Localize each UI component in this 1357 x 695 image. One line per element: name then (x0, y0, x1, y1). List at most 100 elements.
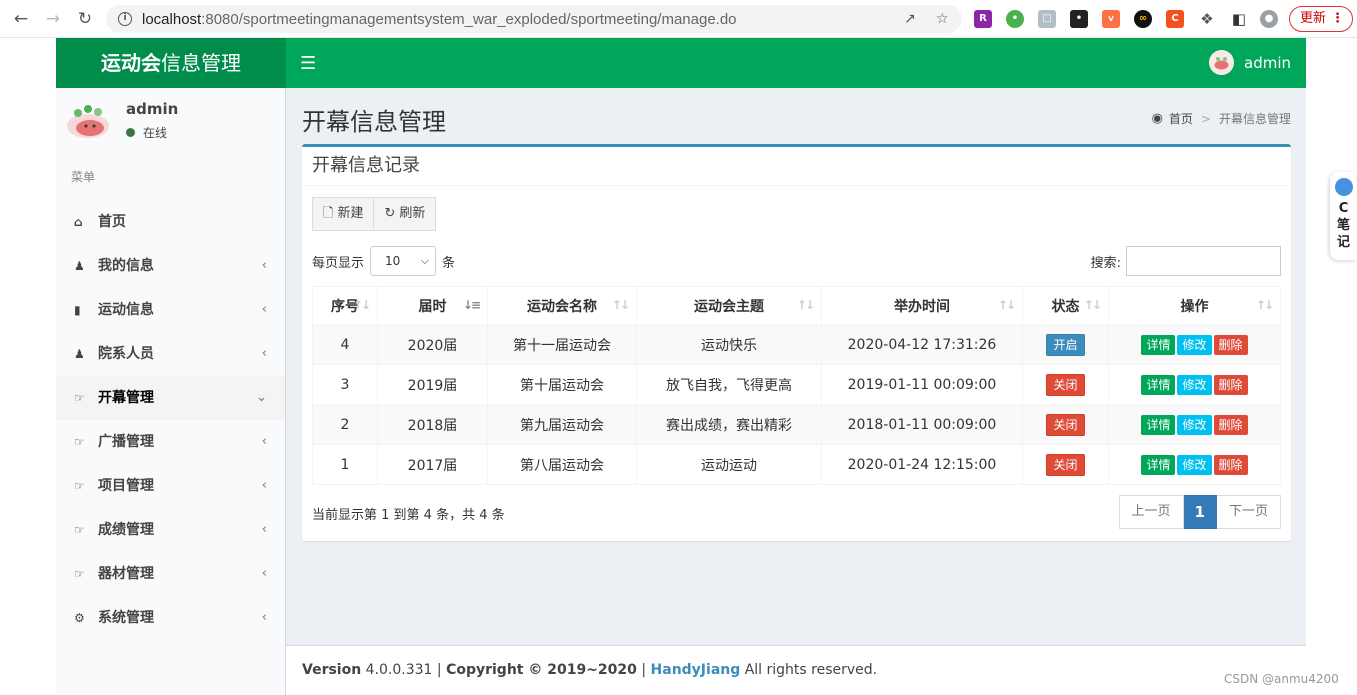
status-badge[interactable]: 开启 (1046, 333, 1085, 356)
cell-session: 2018届 (377, 404, 488, 445)
cell-status: 关闭 (1022, 444, 1109, 485)
table-row: 4 2020届 第十一届运动会 运动快乐 2020-04-12 17:31:26… (312, 324, 1281, 365)
user-icon: ♟ (74, 259, 85, 273)
breadcrumb-current: 开幕信息管理 (1218, 112, 1291, 126)
status-badge[interactable]: 关闭 (1046, 373, 1085, 396)
user-panel: admin 在线 (56, 88, 285, 158)
extension-vip-icon[interactable]: V (1102, 10, 1120, 28)
edit-button[interactable]: 修改 (1177, 374, 1212, 395)
page-right-margin (1306, 38, 1357, 695)
extension-tampermonkey-icon[interactable]: • (1070, 10, 1088, 28)
cell-time: 2019-01-11 00:09:00 (821, 364, 1023, 405)
chevron-left-icon: ‹ (261, 522, 267, 537)
watermark: CSDN @anmu4200 (1224, 672, 1339, 686)
column-header-theme[interactable]: 运动会主题 ↑↓ (636, 286, 822, 325)
side-note-text: 记 (1336, 235, 1350, 250)
sidebar-item-score[interactable]: ☞ 成绩管理 ‹ (56, 508, 285, 552)
extension-image-icon[interactable]: □ (1038, 10, 1056, 28)
hand-point-icon: ☞ (74, 391, 85, 405)
chevron-left-icon: ‹ (261, 610, 267, 625)
sidebar-item-faculty[interactable]: ♟ 院系人员 ‹ (56, 332, 285, 376)
cell-time: 2020-01-24 12:15:00 (821, 444, 1023, 485)
column-header-no[interactable]: 序号 ↑↓ (312, 286, 378, 325)
hand-point-icon: ☞ (74, 567, 85, 581)
column-header-time[interactable]: 举办时间 ↑↓ (821, 286, 1023, 325)
sidebar: admin 在线 菜单 ⌂ 首页 ♟ 我的信息 ‹ ▮ 运动信息 ‹ ♟ 院系人员 ‹ ☞ 开幕… (56, 88, 286, 695)
search-input[interactable] (1126, 246, 1281, 276)
status-badge[interactable]: 关闭 (1046, 453, 1085, 476)
status-badge[interactable]: 关闭 (1046, 413, 1085, 436)
back-arrow-icon[interactable]: ← (10, 8, 32, 30)
bookmark-star-icon[interactable]: ☆ (936, 11, 949, 27)
column-header-session[interactable]: 届时 ↓≡ (377, 286, 488, 325)
top-user-menu[interactable]: admin (1209, 50, 1291, 75)
footer-author-link[interactable]: HandyJiang (651, 662, 741, 678)
extension-c-icon[interactable]: C (1166, 10, 1184, 28)
length-suffix: 条 (442, 255, 456, 271)
edit-button[interactable]: 修改 (1177, 334, 1212, 355)
cell-no: 1 (312, 444, 378, 485)
extensions-puzzle-icon[interactable]: ❖ (1198, 10, 1216, 28)
breadcrumb-home-link[interactable]: 首页 (1169, 110, 1193, 127)
detail-button[interactable]: 详情 (1141, 454, 1176, 475)
column-header-status[interactable]: 状态 ↑↓ (1022, 286, 1109, 325)
cell-status: 关闭 (1022, 364, 1109, 405)
reload-icon[interactable]: ↻ (74, 8, 96, 30)
page-length-select[interactable]: 10 ⌵ (370, 246, 437, 276)
column-header-actions[interactable]: 操作 ↑↓ (1108, 286, 1281, 325)
sidebar-item-project[interactable]: ☞ 项目管理 ‹ (56, 464, 285, 508)
footer-version: 4.0.0.331 (365, 662, 433, 678)
address-bar[interactable]: i localhost:8080/sportmeetingmanagements… (106, 5, 962, 33)
sort-icon: ↑↓ (796, 298, 815, 312)
delete-button[interactable]: 删除 (1213, 414, 1248, 435)
extension-rp-icon[interactable]: R (974, 10, 992, 28)
delete-button[interactable]: 删除 (1213, 454, 1248, 475)
avatar (1209, 50, 1234, 75)
site-info-icon[interactable]: i (118, 12, 132, 26)
forward-arrow-icon[interactable]: → (42, 8, 64, 30)
delete-button[interactable]: 删除 (1213, 334, 1248, 355)
sidebar-item-system[interactable]: ⚙ 系统管理 ‹ (56, 596, 285, 640)
breadcrumb-separator: > (1200, 111, 1211, 126)
edit-button[interactable]: 修改 (1177, 454, 1212, 475)
sort-desc-icon: ↓≡ (462, 298, 481, 312)
profile-icon[interactable]: ● (1260, 10, 1278, 28)
sidebar-item-opening[interactable]: ☞ 开幕管理 ⌄ (56, 376, 285, 420)
sidebar-item-home[interactable]: ⌂ 首页 (56, 200, 285, 244)
records-box: 开幕信息记录 🗋 新建 ↻ 刷新 每页显示 10 ⌵ 条 搜索: 序号 ↑↓ 届时 ↓≡ (302, 144, 1291, 541)
prev-page-button[interactable]: 上一页 (1118, 495, 1184, 529)
chevron-left-icon: ‹ (261, 434, 267, 449)
table-toolbar: 🗋 新建 ↻ 刷新 (312, 197, 437, 231)
online-dot-icon (126, 128, 135, 137)
sidebar-item-broadcast[interactable]: ☞ 广播管理 ‹ (56, 420, 285, 464)
more-menu-icon[interactable]: ⋮ (1331, 7, 1344, 31)
cell-status: 关闭 (1022, 404, 1109, 445)
next-page-button[interactable]: 下一页 (1216, 495, 1281, 529)
share-icon[interactable]: ↗ (904, 11, 916, 27)
side-panel-icon[interactable]: ◧ (1230, 10, 1248, 28)
delete-button[interactable]: 删除 (1213, 374, 1248, 395)
browser-update-button[interactable]: 更新 ⋮ (1289, 6, 1353, 32)
detail-button[interactable]: 详情 (1141, 374, 1176, 395)
extension-chat-icon[interactable]: • (1006, 10, 1024, 28)
extension-infinity-icon[interactable]: ∞ (1134, 10, 1152, 28)
cell-no: 4 (312, 324, 378, 365)
edit-button[interactable]: 修改 (1177, 414, 1212, 435)
users-icon: ♟ (74, 347, 85, 361)
side-note-widget[interactable]: C 笔 记 (1330, 172, 1357, 260)
sidebar-item-my-info[interactable]: ♟ 我的信息 ‹ (56, 244, 285, 288)
table-header-row: 序号 ↑↓ 届时 ↓≡ 运动会名称 ↑↓ 运动会主题 ↑↓ 举办时间 ↑↓ 状态 ↑↓ 操作… (312, 286, 1281, 325)
detail-button[interactable]: 详情 (1141, 334, 1176, 355)
sidebar-item-equipment[interactable]: ☞ 器材管理 ‹ (56, 552, 285, 596)
refresh-button[interactable]: ↻ 刷新 (374, 197, 437, 231)
app-frame: 运动会信息管理 ☰ admin admin 在线 菜单 ⌂ 首页 ♟ 我的信息 ‹ ▮… (56, 38, 1306, 695)
footer-copyright: Copyright © 2019~2020 (446, 662, 637, 678)
page-1-button[interactable]: 1 (1183, 495, 1217, 529)
breadcrumb: ◉ 首页 > 开幕信息管理 (1152, 110, 1291, 127)
app-logo[interactable]: 运动会信息管理 (56, 38, 286, 88)
detail-button[interactable]: 详情 (1141, 414, 1176, 435)
column-header-name[interactable]: 运动会名称 ↑↓ (487, 286, 637, 325)
sidebar-item-sport-info[interactable]: ▮ 运动信息 ‹ (56, 288, 285, 332)
new-button[interactable]: 🗋 新建 (312, 197, 375, 231)
sidebar-toggle-icon[interactable]: ☰ (300, 53, 316, 74)
